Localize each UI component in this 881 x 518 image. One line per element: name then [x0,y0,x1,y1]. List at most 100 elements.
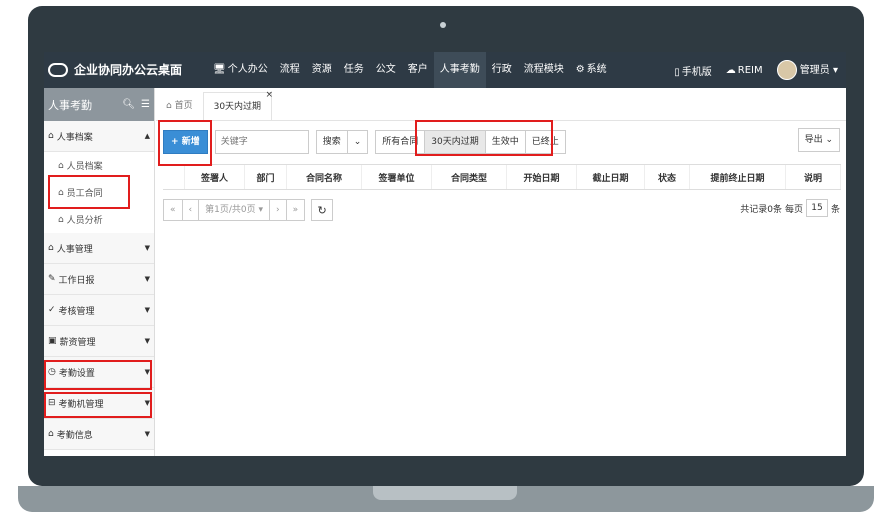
caret-down-icon: ▼ [144,244,150,252]
top-navbar: 企业协同办公云桌面 🖥 个人办公 流程 资源 任务 公文 客户 人事考勤 行政 流… [44,52,846,88]
nav-hr-attendance[interactable]: 人事考勤 [433,52,486,88]
tab-30-days-expiring[interactable]: 30天内过期 × [202,90,273,120]
last-page-button[interactable]: » [285,199,306,221]
total-records: 共记录0条 [740,204,782,215]
next-page-button[interactable]: › [269,199,287,221]
brand[interactable]: 企业协同办公云桌面 [48,61,182,78]
first-page-button[interactable]: « [163,199,183,221]
table-header-spacer [163,165,185,189]
page-selector[interactable]: 第1页/共0页 ▾ [198,199,271,221]
nav-tasks[interactable]: 任务 [338,52,370,88]
page-info: 共记录0条 每页 15 条 [740,199,840,217]
bookmark-icon: ⌂ [58,187,67,198]
chevron-down-icon: ⌄ [353,137,362,147]
column-signing-unit[interactable]: 签署单位 [362,165,432,189]
sidebar-section-attendance-machine[interactable]: ⊟ 考勤机管理 ▼ [44,388,154,419]
refresh-icon: ↻ [317,203,327,217]
column-signer[interactable]: 签署人 [185,165,245,189]
caret-down-icon: ▾ [258,205,264,215]
tab-home[interactable]: ⌂ 首页 [156,92,203,120]
nav-customers[interactable]: 客户 [402,52,434,88]
column-contract-name[interactable]: 合同名称 [287,165,362,189]
column-notes[interactable]: 说明 [786,165,841,189]
pagination: « ‹ 第1页/共0页 ▾ › » ↻ [163,199,334,221]
page-size-input[interactable]: 15 [805,199,828,217]
main-content: ⌂ 首页 30天内过期× + 新增 搜索 ⌄ 所有合同 30天内过期 生效中 已… [156,88,846,456]
cloud-icon [48,62,68,77]
phone-icon: ▯ [674,66,680,78]
nav-resources[interactable]: 资源 [306,52,338,88]
search-group: 搜索 ⌄ [315,130,369,154]
search-icon[interactable]: 🔍︎ [122,99,135,110]
per-page-unit: 条 [830,204,840,215]
chevron-down-icon: ⌄ [825,135,833,145]
sidebar-header: 人事考勤 🔍︎ ☰ [44,88,154,121]
nav-personal-office[interactable]: 🖥 个人办公 [207,52,274,88]
sidebar-section-hr-management[interactable]: ⌂ 人事管理 ▼ [44,233,154,264]
sidebar-item-personnel-files[interactable]: ⌂ 人员档案 [44,152,154,179]
column-contract-type[interactable]: 合同类型 [432,165,507,189]
tab-bar: ⌂ 首页 30天内过期 × [156,88,846,121]
toolbar: + 新增 搜索 ⌄ 所有合同 30天内过期 生效中 已终止 [163,128,566,156]
search-button[interactable]: 搜索 [315,130,348,154]
avatar [776,60,797,80]
reim-link[interactable]: ☁ REIM [726,65,763,76]
sidebar-section-salary[interactable]: ▣ 薪资管理 ▼ [44,326,154,357]
refresh-button[interactable]: ↻ [311,199,334,221]
sidebar-section-assessment[interactable]: ✓ 考核管理 ▼ [44,295,154,326]
filter-expiring-30-days[interactable]: 30天内过期 [424,130,486,154]
bookmark-icon: ⌂ [58,214,67,225]
laptop-base-notch [373,486,517,500]
camera-dot [440,22,446,28]
sidebar-section-daily-report[interactable]: ✎ 工作日报 ▼ [44,264,154,295]
app-screen: 企业协同办公云桌面 🖥 个人办公 流程 资源 任务 公文 客户 人事考勤 行政 流… [44,52,846,456]
sidebar-item-personnel-analysis[interactable]: ⌂ 人员分析 [44,206,154,233]
column-end-date[interactable]: 截止日期 [577,165,645,189]
nav-administration[interactable]: 行政 [486,52,518,88]
column-start-date[interactable]: 开始日期 [507,165,577,189]
mobile-version-link[interactable]: ▯ 手机版 [674,63,712,78]
sidebar-section-attendance-info[interactable]: ⌂ 考勤信息 ▼ [44,419,154,450]
menu-icon[interactable]: ☰ [141,99,150,110]
chat-icon: ☁ [725,64,736,76]
check-circle-icon: ✓ [48,305,56,315]
plus-icon: + [171,137,179,147]
brand-name: 企业协同办公云桌面 [74,63,183,77]
contracts-table-header: 签署人 部门 合同名称 签署单位 合同类型 开始日期 截止日期 状态 提前终止日… [163,164,841,190]
nav-workflow-modules[interactable]: 流程模块 [518,52,570,88]
gear-icon: ⚙ [575,64,585,75]
bookmark-icon: ⌂ [48,243,54,253]
sidebar-item-employee-contracts[interactable]: ⌂ 员工合同 [44,179,154,206]
nav-documents[interactable]: 公文 [370,52,402,88]
nav-system[interactable]: ⚙ 系统 [570,52,613,88]
filter-active[interactable]: 生效中 [484,130,526,154]
sidebar-section-attendance-settings[interactable]: ◷ 考勤设置 ▼ [44,357,154,388]
prev-page-button[interactable]: ‹ [181,199,200,221]
home-icon: ⌂ [166,101,175,111]
user-menu[interactable]: 管理员 ▾ [776,60,838,80]
search-dropdown-button[interactable]: ⌄ [346,130,369,154]
column-department[interactable]: 部门 [245,165,287,189]
keyword-search-input[interactable] [214,130,309,154]
filter-terminated[interactable]: 已终止 [524,130,566,154]
caret-down-icon: ▼ [144,430,150,438]
bookmark-icon: ⌂ [58,160,67,171]
add-button[interactable]: + 新增 [163,130,208,154]
export-button[interactable]: 导出 ⌄ [797,128,840,152]
filter-all-contracts[interactable]: 所有合同 [375,130,426,154]
sidebar-section-hr-files[interactable]: ⌂ 人事档案 ▲ [44,121,154,152]
per-page-label: 每页 [784,204,803,215]
clock-icon: ◷ [48,367,56,377]
device-icon: ⊟ [48,398,56,408]
edit-icon: ✎ [48,274,56,284]
caret-down-icon: ▼ [144,275,150,283]
close-icon[interactable]: × [266,81,274,109]
sidebar-title: 人事考勤 [48,98,92,112]
column-status[interactable]: 状态 [645,165,690,189]
caret-down-icon: ▼ [144,306,150,314]
column-early-termination-date[interactable]: 提前终止日期 [690,165,786,189]
bookmark-icon: ⌂ [48,429,54,439]
nav-workflow[interactable]: 流程 [274,52,306,88]
caret-down-icon: ▼ [144,337,150,345]
money-icon: ▣ [48,336,57,346]
